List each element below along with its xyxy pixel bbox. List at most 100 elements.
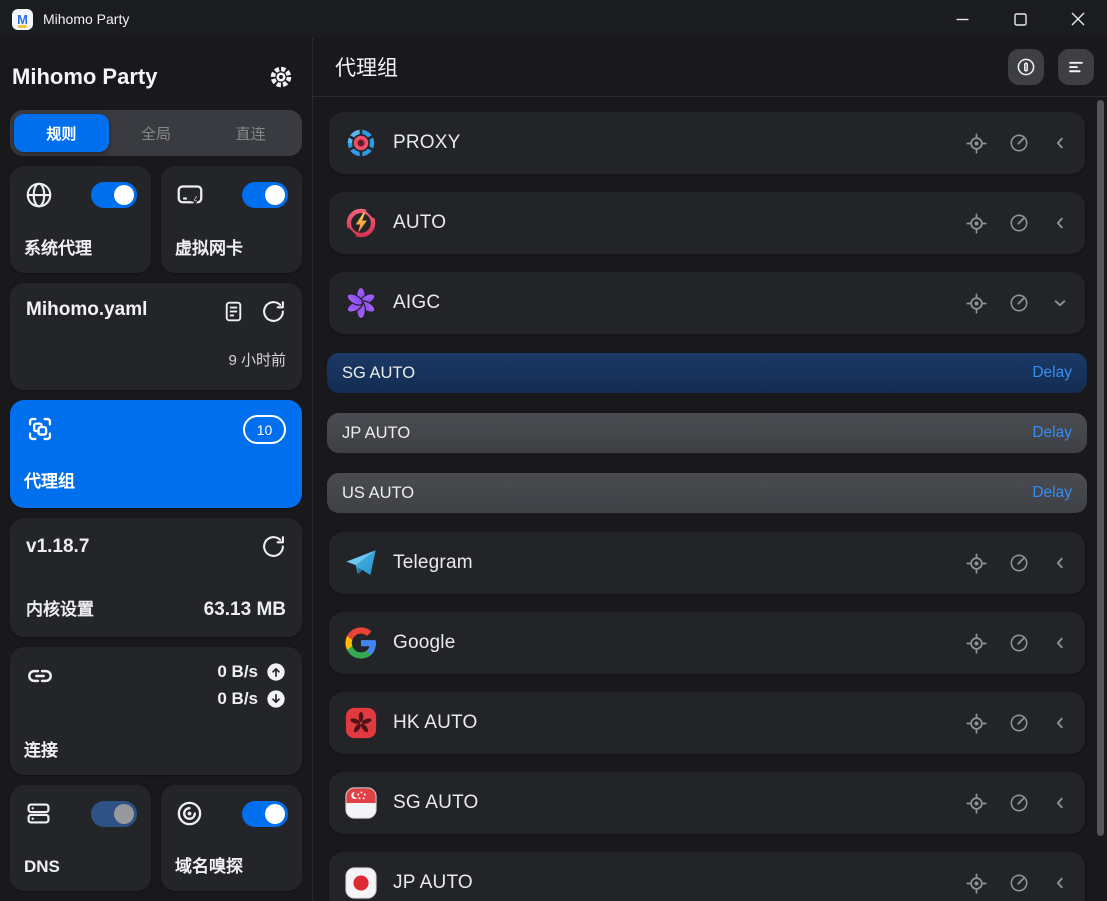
scrollbar-thumb[interactable] — [1097, 100, 1104, 836]
chevron-left-icon[interactable] — [1050, 873, 1070, 893]
locate-icon[interactable] — [965, 792, 988, 815]
locate-icon[interactable] — [965, 212, 988, 235]
list-lines-icon[interactable] — [1058, 49, 1094, 85]
tab-global[interactable]: 全局 — [109, 114, 204, 152]
proxy-group-row[interactable]: Google — [329, 612, 1085, 674]
google-icon — [344, 626, 378, 660]
core-memory: 63.13 MB — [204, 599, 286, 621]
chevron-left-icon[interactable] — [1050, 713, 1070, 733]
locate-icon[interactable] — [965, 712, 988, 735]
app-logo-icon: M — [12, 9, 33, 30]
virtual-nic-label: 虚拟网卡 — [175, 234, 243, 259]
document-icon[interactable] — [221, 299, 246, 329]
proxy-group-row[interactable]: JP AUTO — [329, 852, 1085, 901]
locate-icon[interactable] — [965, 552, 988, 575]
refresh-icon[interactable] — [261, 299, 286, 329]
proxy-group-row[interactable]: PROXY — [329, 112, 1085, 174]
sidebar: Mihomo Party 规则 全局 直连 — [0, 38, 313, 901]
flag-sg-icon — [344, 786, 378, 820]
chevron-left-icon[interactable] — [1050, 553, 1070, 573]
locate-icon[interactable] — [965, 292, 988, 315]
core-version: v1.18.7 — [26, 536, 89, 558]
proxy-groups-nav-card[interactable]: 10 代理组 — [10, 400, 302, 508]
close-icon[interactable] — [1049, 0, 1107, 38]
node-delay-button[interactable]: Delay — [1032, 424, 1072, 442]
proxy-node-list: SG AUTO Delay JP AUTO Delay US AUTO Delay — [327, 353, 1087, 513]
profile-card[interactable]: Mihomo.yaml 9 小时前 — [10, 283, 302, 390]
proxy-node-name: SG AUTO — [342, 364, 415, 383]
speed-test-icon[interactable] — [1008, 212, 1030, 234]
proxy-node-name: US AUTO — [342, 484, 414, 503]
speed-test-icon[interactable] — [1008, 632, 1030, 654]
chevron-left-icon[interactable] — [1050, 633, 1070, 653]
virtual-nic-card[interactable]: 虚拟网卡 — [161, 166, 302, 273]
proxy-node-row[interactable]: SG AUTO Delay — [327, 353, 1087, 393]
openai-icon — [344, 286, 378, 320]
speed-test-icon[interactable] — [1008, 712, 1030, 734]
proxy-node-row[interactable]: JP AUTO Delay — [327, 413, 1087, 453]
locate-icon[interactable] — [965, 132, 988, 155]
sniff-label: 域名嗅探 — [175, 852, 243, 877]
proxy-group-name: PROXY — [393, 132, 965, 154]
proxy-wheel-icon — [344, 126, 378, 160]
telegram-icon — [344, 546, 378, 580]
proxy-group-row[interactable]: SG AUTO — [329, 772, 1085, 834]
sniff-toggle[interactable] — [242, 801, 288, 827]
speed-test-icon[interactable] — [1008, 872, 1030, 894]
speed-test-icon[interactable] — [1008, 292, 1030, 314]
proxy-node-name: JP AUTO — [342, 424, 410, 443]
titlebar: M Mihomo Party — [0, 0, 1107, 38]
proxy-group-list: PROXY AUTO AIGC SG AUTO Delay JP AUTO Delay… — [313, 97, 1107, 901]
dns-card[interactable]: DNS — [10, 785, 151, 891]
connections-card[interactable]: 0 B/s 0 B/s 连接 — [10, 647, 302, 775]
proxy-group-row[interactable]: Telegram — [329, 532, 1085, 594]
proxy-group-row[interactable]: AIGC — [329, 272, 1085, 334]
chevron-left-icon[interactable] — [1050, 793, 1070, 813]
link-icon — [26, 662, 54, 709]
gear-icon[interactable] — [262, 58, 300, 96]
proxy-groups-count-badge: 10 — [243, 415, 286, 444]
profile-updated-time: 9 小时前 — [26, 349, 286, 370]
system-proxy-card[interactable]: 系统代理 — [10, 166, 151, 273]
minimize-icon[interactable] — [933, 0, 991, 38]
proxy-group-name: JP AUTO — [393, 872, 965, 894]
proxy-node-row[interactable]: US AUTO Delay — [327, 473, 1087, 513]
dns-toggle[interactable] — [91, 801, 137, 827]
window-title: Mihomo Party — [43, 11, 129, 27]
system-proxy-label: 系统代理 — [24, 234, 92, 259]
virtual-nic-toggle[interactable] — [242, 182, 288, 208]
sniff-card[interactable]: 域名嗅探 — [161, 785, 302, 891]
core-settings-card[interactable]: v1.18.7 内核设置 63.13 MB — [10, 518, 302, 637]
node-delay-button[interactable]: Delay — [1032, 364, 1072, 382]
proxy-group-row[interactable]: HK AUTO — [329, 692, 1085, 754]
auto-bolt-icon — [344, 206, 378, 240]
proxy-group-name: AUTO — [393, 212, 965, 234]
system-proxy-toggle[interactable] — [91, 182, 137, 208]
node-delay-button[interactable]: Delay — [1032, 484, 1072, 502]
chevron-down-icon[interactable] — [1050, 293, 1070, 313]
speed-test-icon[interactable] — [1008, 132, 1030, 154]
locate-icon[interactable] — [965, 872, 988, 895]
locate-icon[interactable] — [965, 632, 988, 655]
main-panel: 代理组 PROXY — [313, 38, 1107, 901]
page-title: 代理组 — [335, 52, 1008, 82]
pause-circle-icon[interactable] — [1008, 49, 1044, 85]
globe-icon — [24, 180, 54, 210]
refresh-icon[interactable] — [261, 534, 286, 559]
chevron-left-icon[interactable] — [1050, 133, 1070, 153]
proxy-group-name: SG AUTO — [393, 792, 965, 814]
speed-test-icon[interactable] — [1008, 792, 1030, 814]
proxy-group-name: Telegram — [393, 552, 965, 574]
core-settings-label: 内核设置 — [26, 595, 94, 620]
servers-icon — [24, 799, 53, 828]
upload-speed: 0 B/s — [217, 662, 258, 682]
tab-direct[interactable]: 直连 — [203, 114, 298, 152]
chevron-left-icon[interactable] — [1050, 213, 1070, 233]
sidebar-title: Mihomo Party — [12, 64, 157, 90]
proxy-groups-nav-label: 代理组 — [24, 467, 75, 492]
maximize-icon[interactable] — [991, 0, 1049, 38]
speed-test-icon[interactable] — [1008, 552, 1030, 574]
proxy-group-row[interactable]: AUTO — [329, 192, 1085, 254]
tab-rule[interactable]: 规则 — [14, 114, 109, 152]
dns-label: DNS — [24, 857, 60, 877]
